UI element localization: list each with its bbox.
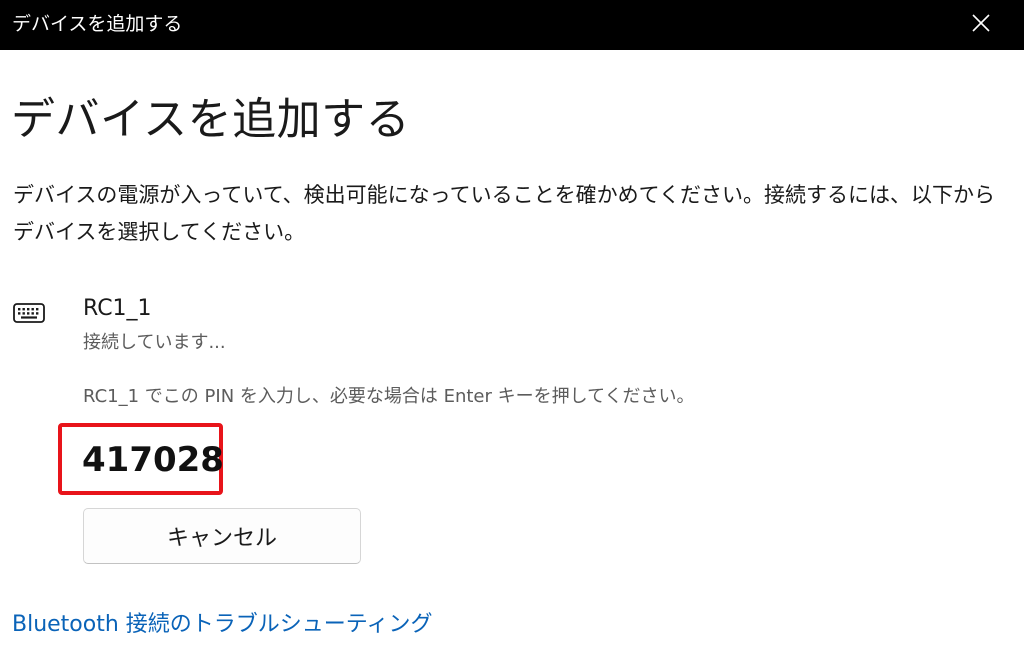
cancel-button-label: キャンセル [166,526,277,551]
pin-code: 417028 [82,440,224,480]
pin-instruction: RC1_1 でこの PIN を入力し、必要な場合は Enter キーを押してくだ… [83,386,695,407]
keyboard-icon [13,297,45,327]
close-icon [971,13,991,33]
page-title: デバイスを追加する [11,94,411,145]
description-text: デバイスの電源が入っていて、検出可能になっていることを確かめてください。接続する… [13,183,995,244]
window-title: デバイスを追加する [12,13,183,35]
bluetooth-troubleshoot-link[interactable]: Bluetooth 接続のトラブルシューティング [12,609,432,641]
cancel-button[interactable]: キャンセル [83,508,361,564]
title-bar: デバイスを追加する [0,0,1024,50]
device-status: 接続しています... [83,332,226,353]
device-name: RC1_1 [83,296,152,321]
close-button[interactable] [961,5,1001,41]
